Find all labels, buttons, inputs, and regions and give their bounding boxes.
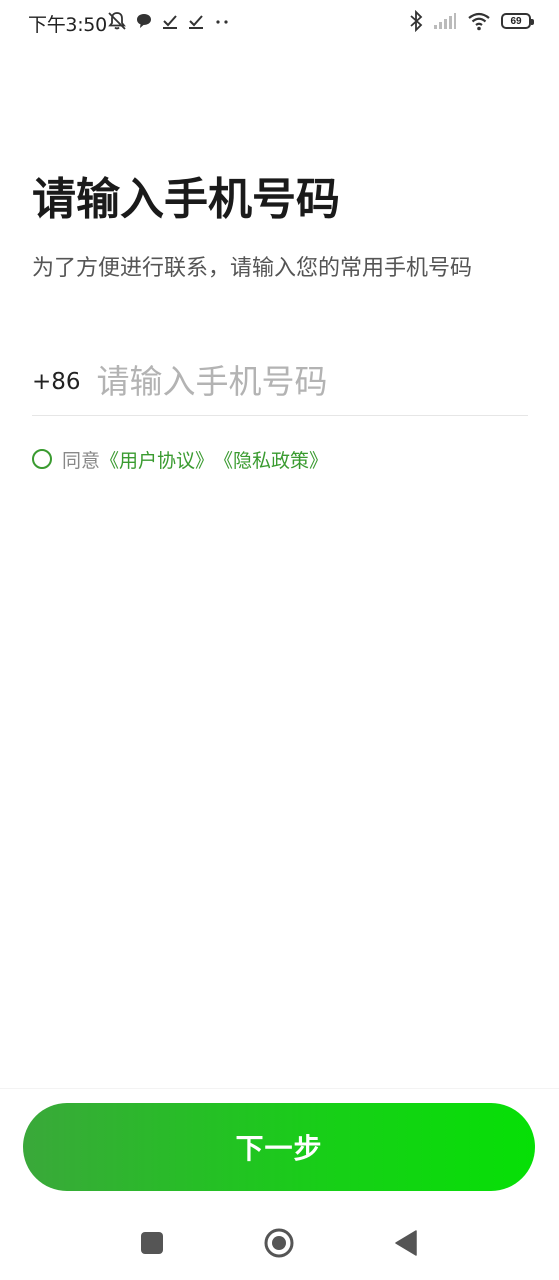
privacy-policy-link[interactable]: 《隐私政策》 (214, 446, 328, 473)
country-code[interactable]: +86 (32, 369, 81, 395)
signal-icon (434, 13, 456, 29)
more-dots-icon (216, 20, 228, 24)
chat-bubble-icon (137, 14, 151, 28)
next-button[interactable]: 下一步 (23, 1103, 535, 1191)
wifi-icon (468, 12, 490, 31)
agreement-row: 同意 《用户协议》 《隐私政策》 (32, 446, 328, 472)
back-icon[interactable] (395, 1230, 417, 1256)
check-icon (163, 15, 177, 29)
user-agreement-link[interactable]: 《用户协议》 (100, 446, 214, 473)
check-icon (189, 15, 203, 29)
recent-apps-icon[interactable] (141, 1232, 163, 1254)
battery-icon: 69 (501, 13, 534, 29)
system-icons: 69 (409, 9, 534, 33)
battery-level: 69 (510, 15, 522, 27)
navigation-bar (0, 1210, 559, 1276)
status-time: 下午3:50 (28, 14, 107, 36)
page-subtitle: 为了方便进行联系，请输入您的常用手机号码 (32, 256, 473, 281)
agree-checkbox[interactable] (32, 449, 52, 469)
notification-icons (107, 10, 231, 32)
home-icon[interactable] (264, 1228, 294, 1258)
bluetooth-icon (410, 10, 423, 32)
phone-input-row: +86 (32, 348, 528, 416)
mute-bell-icon (108, 12, 126, 30)
page-title: 请输入手机号码 (32, 174, 340, 225)
status-bar: 下午3:50 69 (0, 0, 559, 42)
agree-label: 同意 (62, 449, 101, 472)
phone-input[interactable] (96, 362, 477, 401)
bottom-divider (0, 1088, 559, 1089)
